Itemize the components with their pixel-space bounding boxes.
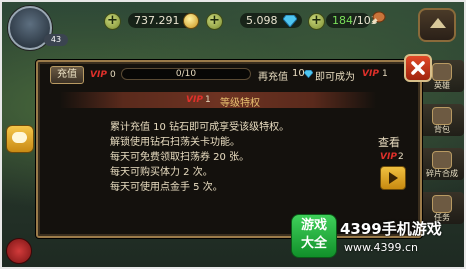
task-icon: [432, 195, 452, 213]
next-vip-level: 1: [382, 69, 388, 79]
vip-progress-text: 0/10: [175, 69, 197, 79]
next-level-suffix: 即可成为: [315, 72, 355, 83]
privilege-desc-line: 每天可免费领取扫荡券 20 张。: [110, 152, 250, 163]
watermark-url: www.4399.cn: [344, 241, 418, 254]
bag-icon: [432, 107, 452, 125]
next-vip-arrow-button[interactable]: [380, 166, 406, 190]
diamond-icon: [283, 15, 297, 27]
add-stamina-button[interactable]: +: [308, 13, 325, 30]
side-menu: 英雄 背包 碎片合成 任务: [420, 60, 464, 240]
watermark-logo: 游戏 大全: [291, 214, 337, 258]
privilege-banner: [60, 92, 376, 108]
close-button[interactable]: [404, 54, 432, 82]
view-vip-level: 2: [398, 152, 404, 162]
privilege-desc-line: 解锁使用钻石扫荡关卡功能。: [110, 137, 240, 148]
add-gems-button[interactable]: +: [206, 13, 223, 30]
play-arrow-icon: [389, 172, 398, 184]
watermark-logo-line1: 游戏: [300, 218, 327, 233]
privilege-title: 等级特权: [220, 98, 260, 109]
stamina-current: 184: [332, 14, 353, 27]
privilege-vip-label: VIP: [186, 95, 203, 105]
view-vip-label: VIP: [380, 152, 397, 162]
red-menu-button[interactable]: [6, 238, 32, 264]
view-label: 查看: [378, 136, 400, 149]
chat-bubble-icon: [12, 132, 27, 143]
next-level-prefix: 再充值: [258, 72, 288, 83]
close-icon: [411, 61, 425, 75]
hero-icon: [432, 63, 452, 81]
fragment-icon: [432, 151, 452, 169]
diamond-icon: [304, 70, 313, 78]
current-vip-label: VIP: [90, 70, 107, 80]
privilege-vip-level: 1: [205, 95, 211, 105]
side-item-bag[interactable]: 背包: [420, 104, 464, 136]
watermark-logo-line2: 大全: [300, 236, 327, 251]
add-coins-button[interactable]: +: [104, 13, 121, 30]
vip-progress-bar: 0/10: [121, 68, 251, 80]
menu-toggle-button[interactable]: [418, 8, 456, 42]
coin-icon: [183, 13, 199, 29]
side-item-label: 背包: [434, 125, 450, 134]
drumstick-icon: [371, 11, 386, 24]
next-level-amount: 10: [292, 68, 305, 79]
watermark-brand: 4399手机游戏: [340, 220, 442, 238]
current-vip-level: 0: [110, 70, 116, 80]
side-item-fragments[interactable]: 碎片合成: [420, 148, 464, 180]
privilege-desc-line: 每天可使用点金手 5 次。: [110, 182, 223, 193]
privilege-desc-line: 累计充值 10 钻石即可成享受该级特权。: [110, 122, 290, 133]
player-level-badge: 43: [44, 34, 68, 46]
recharge-button[interactable]: 充值: [50, 66, 84, 84]
side-item-label: 碎片合成: [426, 169, 458, 178]
next-vip-label: VIP: [362, 69, 379, 79]
privilege-desc-line: 每天可购买体力 2 次。: [110, 167, 213, 178]
stamina-count: 184/103: [326, 13, 378, 28]
chat-button[interactable]: [6, 125, 34, 153]
